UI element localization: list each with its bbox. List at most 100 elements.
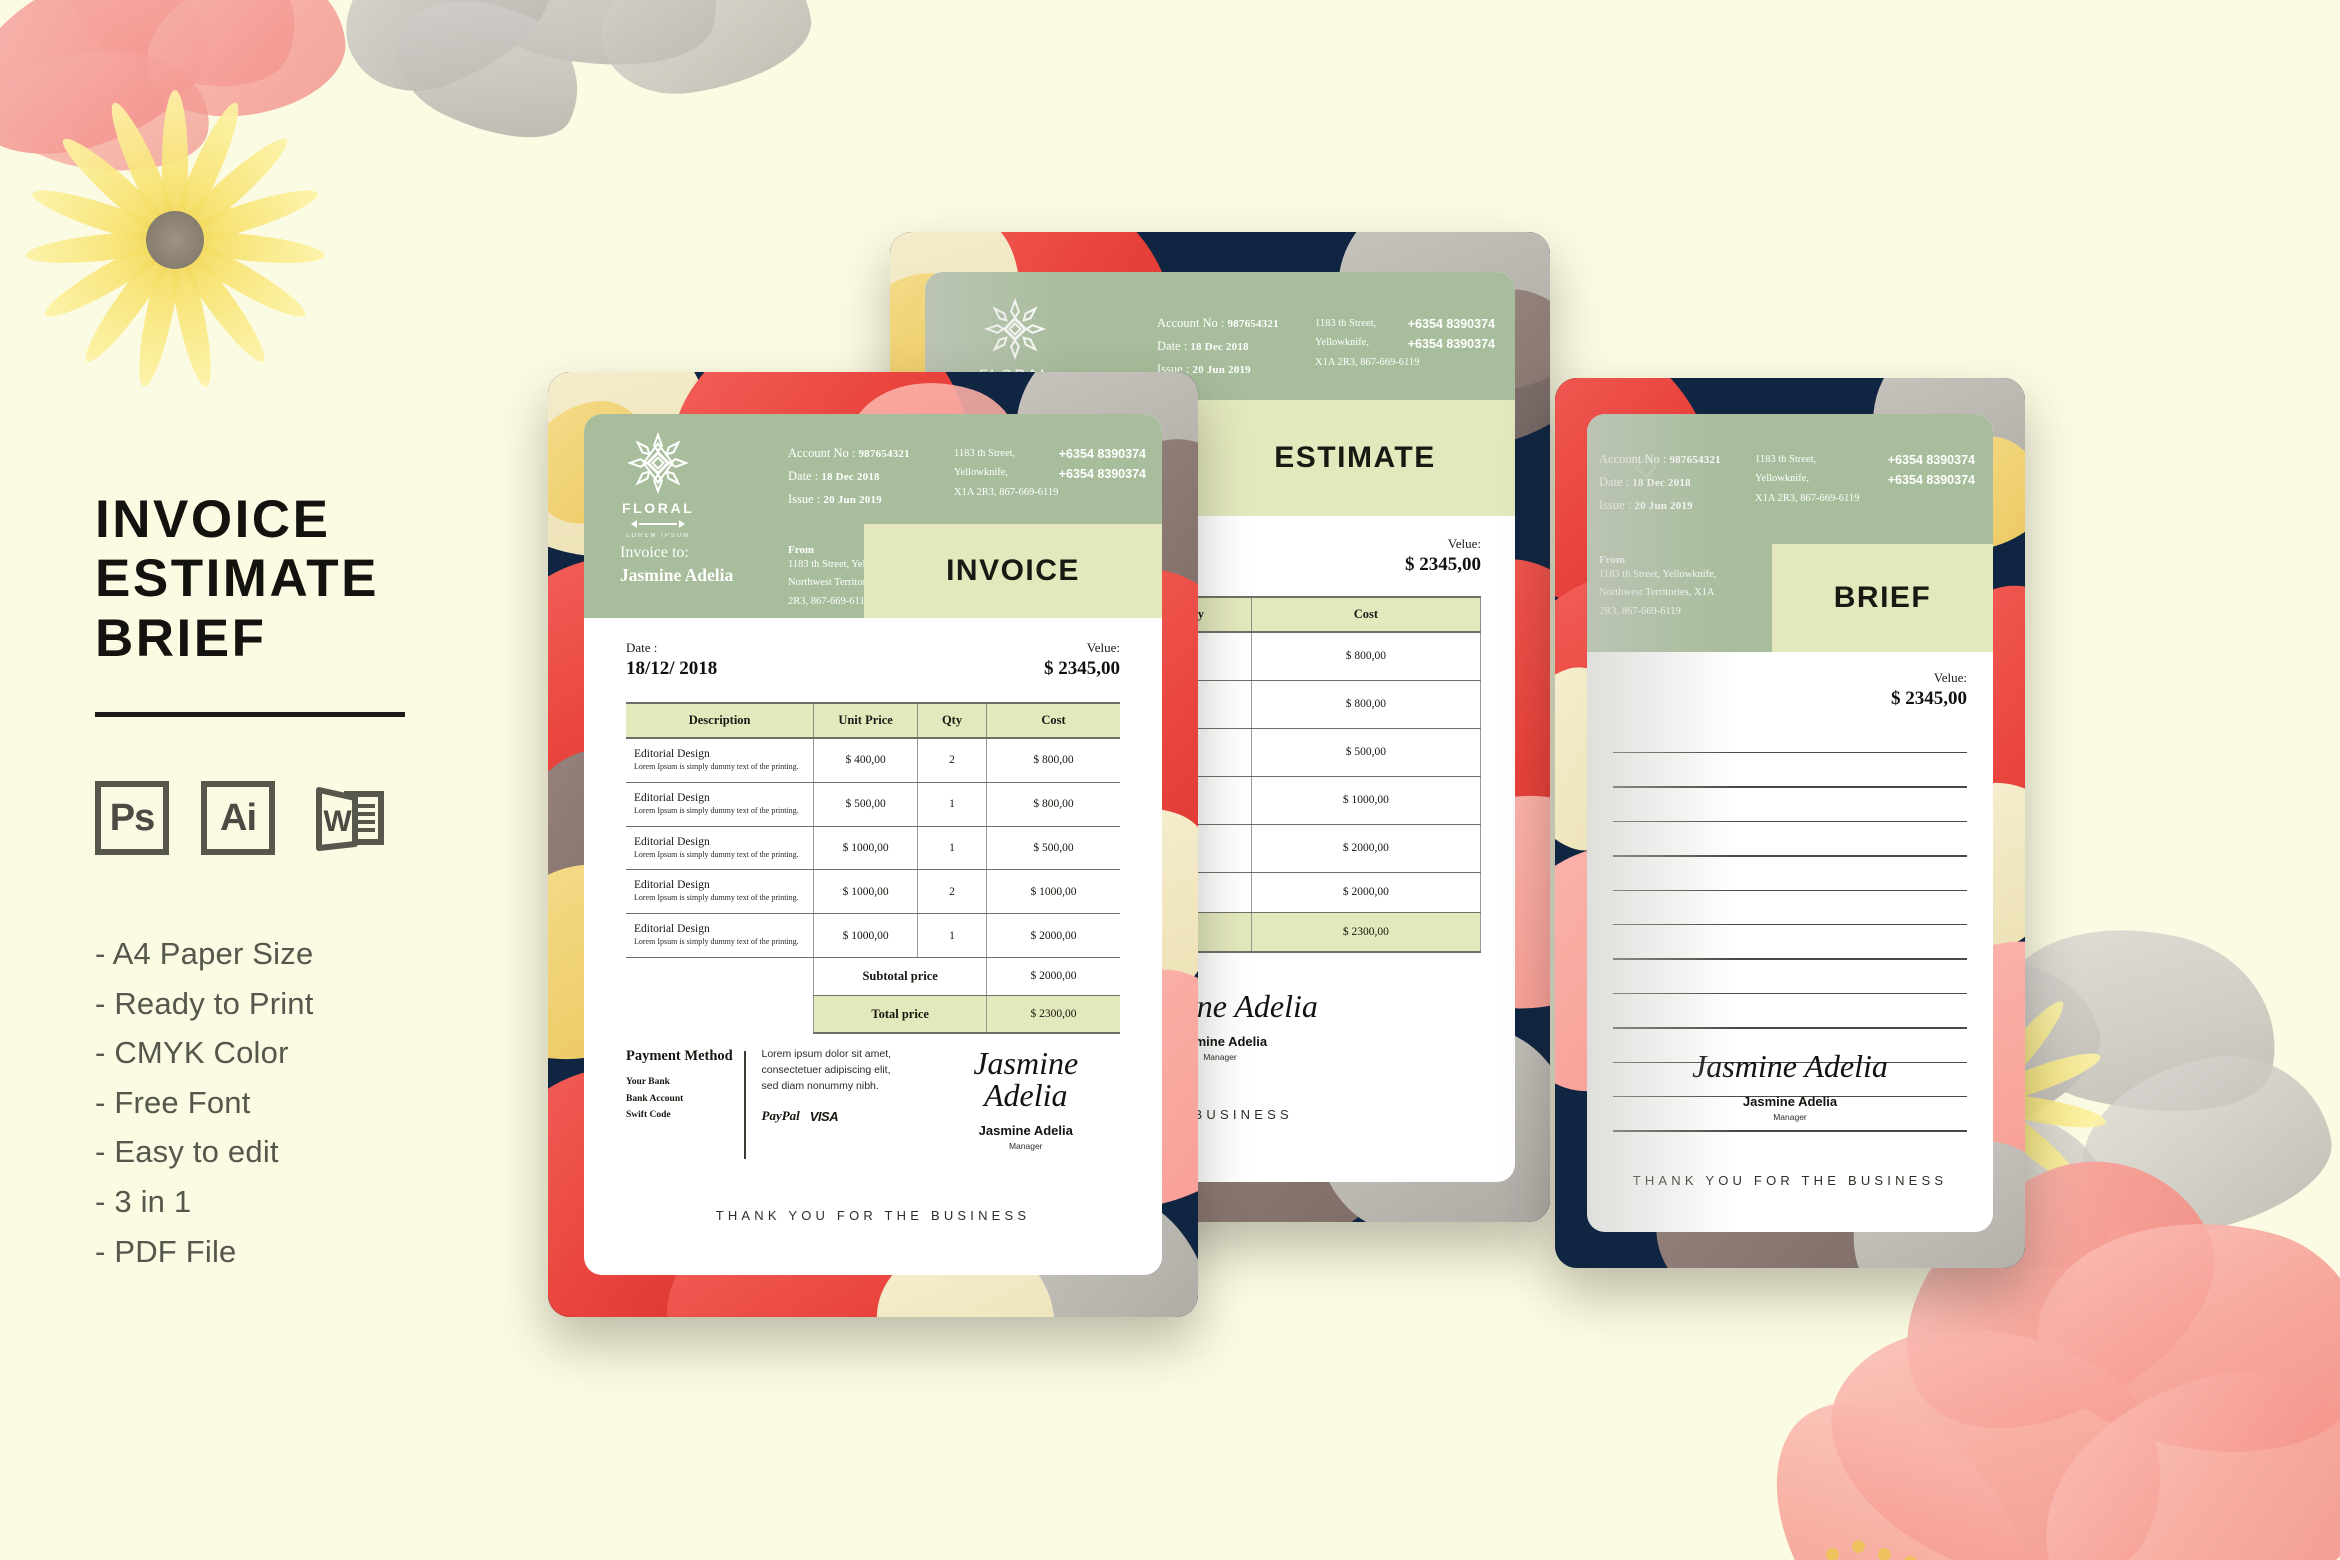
brief-phone-block: +6354 8390374 +6354 8390374 [1888, 450, 1975, 490]
table-header-row: Description Unit Price Qty Cost [626, 703, 1120, 738]
phone-number: +6354 8390374 [1887, 473, 1975, 487]
address-line: 1183 th Street, [1755, 454, 1817, 465]
total-value: $ 2300,00 [1250, 912, 1482, 953]
issue-value: 20 Jun 2019 [823, 493, 882, 506]
address-line: Yellowknife, [954, 467, 1009, 479]
phone-number: +6354 8390374 [1058, 467, 1146, 481]
item-title: Editorial Design [634, 748, 710, 760]
cell-cost: $ 500,00 [1250, 728, 1482, 777]
invoice-to-block: Invoice to: Jasmine Adelia [620, 544, 733, 586]
cell-unit-price: $ 1000,00 [813, 869, 918, 915]
subtotal-value: $ 2000,00 [1250, 872, 1482, 913]
invoice-address-block: 1183 th Street, Yellowknife, X1A 2R3, 86… [954, 444, 1058, 502]
cell-cost: $ 1000,00 [986, 869, 1120, 915]
cell-cost: $ 800,00 [1250, 632, 1482, 681]
date-label: Date : [1157, 338, 1188, 353]
subtotal-label: Subtotal price [813, 957, 988, 996]
address-line: 1183 th Street, [1315, 318, 1377, 329]
paypal-logo: PayPal [761, 1108, 800, 1124]
invoice-value-block: Velue: $ 2345,00 [1044, 640, 1120, 680]
address-line: Yellowknife, [1315, 337, 1370, 349]
invoice-date-value-row: Date : 18/12/ 2018 Velue: $ 2345,00 [626, 640, 1120, 680]
table-subtotal-row: Subtotal price $ 2000,00 [626, 957, 1120, 996]
invoice-body: Date : 18/12/ 2018 Velue: $ 2345,00 Desc… [584, 618, 1162, 1275]
logo-subtitle: LOREM IPSUM [626, 533, 691, 539]
account-value: 987654321 [858, 448, 910, 460]
account-row: Account No : 987654321 [788, 442, 910, 465]
date-label: Date : [788, 468, 819, 483]
cell-description: Editorial Design Lorem Ipsum is simply d… [626, 913, 815, 958]
column-unit-price: Unit Price [813, 703, 918, 738]
invoice-page: FLORAL LOREM IPSUM Account No : 98765432… [584, 414, 1162, 1275]
payment-item: Swift Code [626, 1110, 671, 1121]
estimate-phone-block: +6354 8390374 +6354 8390374 [1408, 314, 1495, 354]
item-subtitle: Lorem Ipsum is simply dummy text of the … [634, 937, 799, 947]
estimate-address-block: 1183 th Street, Yellowknife, X1A 2R3, 86… [1315, 314, 1419, 372]
account-row: Account No : 987654321 [1157, 312, 1279, 335]
table-row: Editorial Design Lorem Ipsum is simply d… [626, 826, 1120, 871]
signature-script: Jasmine Adelia [973, 1045, 1079, 1113]
date-value: 18/12/ 2018 [626, 658, 718, 679]
date-label: Date : [626, 640, 658, 655]
floral-logo-icon [627, 432, 690, 494]
item-subtitle: Lorem Ipsum is simply dummy text of the … [634, 893, 799, 903]
address-line: X1A 2R3, 867-669-6119 [1315, 356, 1420, 368]
brief-card[interactable]: Account No : 987654321 Date : 18 Dec 201… [1555, 378, 2025, 1268]
cell-qty: 2 [916, 869, 988, 915]
cell-cost: $ 500,00 [986, 826, 1120, 871]
cell-qty: 1 [916, 782, 988, 827]
column-cost: Cost [1250, 597, 1482, 632]
invoice-to-label: Invoice to: [620, 544, 689, 561]
table-row: Editorial Design Lorem Ipsum is simply d… [626, 782, 1120, 827]
address-line: Yellowknife, [1755, 473, 1810, 485]
cell-unit-price: $ 1000,00 [813, 826, 918, 871]
brief-page: Account No : 987654321 Date : 18 Dec 201… [1587, 414, 1993, 1232]
item-title: Editorial Design [634, 835, 710, 848]
value-amount: $ 2345,00 [1044, 658, 1120, 679]
cell-unit-price: $ 500,00 [813, 782, 918, 827]
cell-qty: 1 [916, 913, 988, 958]
payment-method-items: Your Bank Bank Account Swift Code [626, 1074, 736, 1124]
phone-number: +6354 8390374 [1407, 317, 1495, 331]
cell-unit-price: $ 1000,00 [813, 913, 918, 958]
estimate-title: ESTIMATE [1274, 441, 1436, 474]
item-subtitle: Lorem Ipsum is simply dummy text of the … [634, 805, 799, 815]
brief-left-shadow [1587, 414, 1737, 1232]
date-row: Date : 18 Dec 2018 [1157, 335, 1279, 358]
address-line: 1183 th Street, [954, 448, 1016, 459]
total-value: $ 2300,00 [986, 995, 1120, 1035]
cell-cost: $ 800,00 [986, 738, 1120, 783]
item-subtitle: Lorem Ipsum is simply dummy text of the … [634, 849, 799, 859]
payment-method-block: Payment Method Your Bank Bank Account Sw… [626, 1047, 736, 1124]
payment-note-text: Lorem ipsum dolor sit amet, consectetuer… [761, 1048, 892, 1092]
estimate-meta-block: Account No : 987654321 Date : 18 Dec 201… [1157, 312, 1279, 380]
cell-cost: $ 800,00 [986, 782, 1120, 827]
cell-cost: $ 2000,00 [1250, 824, 1482, 873]
phone-number: +6354 8390374 [1887, 453, 1975, 467]
cell-description: Editorial Design Lorem Ipsum is simply d… [626, 782, 815, 827]
value-label: Velue: [1086, 640, 1120, 655]
column-description: Description [626, 703, 815, 738]
invoice-footer-row: Payment Method Your Bank Bank Account Sw… [626, 1047, 1120, 1159]
total-label: Total price [813, 995, 988, 1035]
invoice-to-name: Jasmine Adelia [620, 565, 734, 585]
signature-name: Jasmine Adelia [978, 1123, 1073, 1138]
issue-row: Issue : 20 Jun 2019 [788, 488, 910, 511]
payment-item: Your Bank [626, 1077, 670, 1088]
logo-divider-arrow-icon [631, 520, 686, 528]
cell-description: Editorial Design Lorem Ipsum is simply d… [626, 869, 815, 915]
estimate-title-plate: ESTIMATE [1195, 400, 1515, 516]
footer-divider [744, 1051, 746, 1159]
cell-cost: $ 2000,00 [986, 913, 1120, 958]
visa-logo: VISA [809, 1108, 839, 1124]
cell-description: Editorial Design Lorem Ipsum is simply d… [626, 738, 815, 783]
table-row: Editorial Design Lorem Ipsum is simply d… [626, 738, 1120, 783]
phone-number: +6354 8390374 [1058, 447, 1146, 461]
table-total-row: Total price $ 2300,00 [626, 995, 1120, 1035]
invoice-card[interactable]: FLORAL LOREM IPSUM Account No : 98765432… [548, 372, 1198, 1317]
payment-method-title: Payment Method [626, 1048, 733, 1064]
date-value: 18 Dec 2018 [821, 470, 880, 483]
column-cost: Cost [986, 703, 1120, 738]
invoice-thanks: THANK YOU FOR THE BUSINESS [715, 1208, 1031, 1223]
cell-cost: $ 800,00 [1250, 680, 1482, 729]
